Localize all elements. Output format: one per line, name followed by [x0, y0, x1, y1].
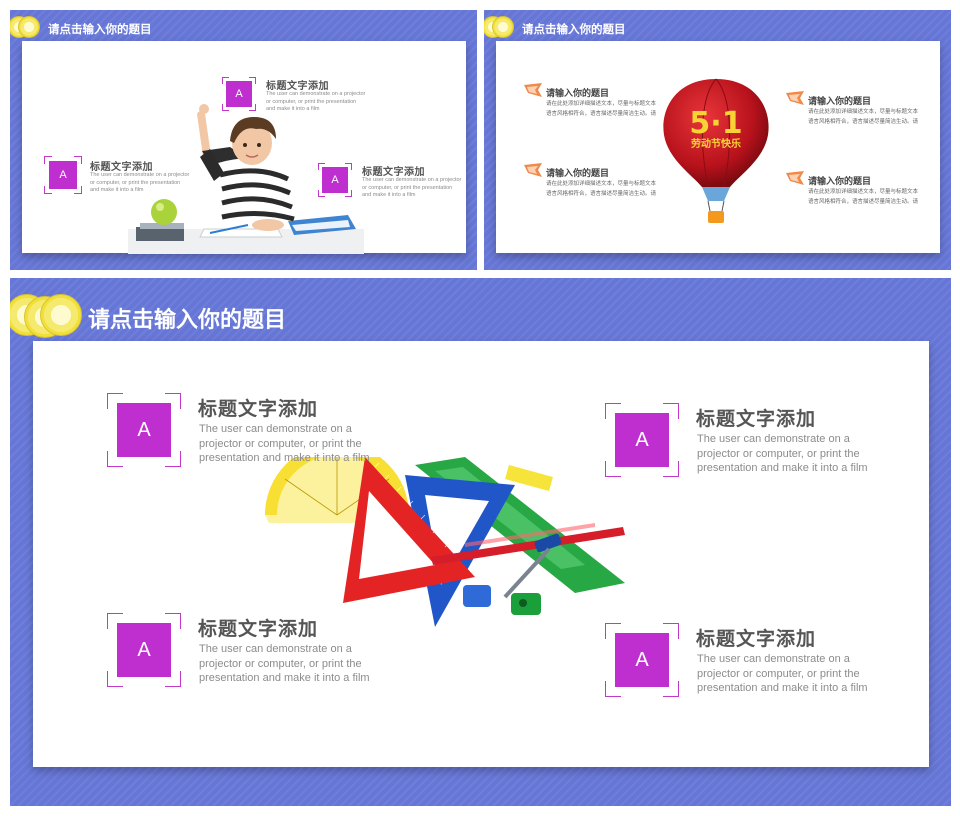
stationery-illustration — [265, 457, 625, 627]
balloon-illustration: 5·1 劳动节快乐 — [663, 78, 769, 223]
balloon-text: 劳动节快乐 — [691, 137, 741, 150]
item-body: 请在此处添加详细描述文本，尽量与标题文本语言风格相符合，语言描述尽量简洁生动。请 — [546, 181, 657, 197]
item-body: The user can demonstrate on a projector … — [362, 177, 462, 198]
slide-kid[interactable]: 请点击输入你的题目 A 标题文字添加 The user can demonstr… — [10, 10, 477, 270]
content-panel: 5·1 劳动节快乐 请输入你的题目 请在此处添加详细描述文本，尽量与标题文本语言… — [496, 41, 940, 253]
item-heading: 标题文字添加 — [90, 162, 153, 173]
slide-main[interactable]: 请点击输入你的题目 A 标题文字添加 The user can demonstr… — [10, 278, 951, 806]
item-body: 请在此处添加详细描述文本，尽量与标题文本语言风格相符合，语言描述尽量简洁生动。请 — [546, 101, 657, 117]
item-body: The user can demonstrate on a projector … — [266, 91, 366, 112]
content-panel: A 标题文字添加 The user can demonstrate on a p… — [22, 41, 466, 254]
item-body: The user can demonstrate on a projector … — [199, 423, 370, 464]
badge-a: A — [604, 402, 680, 478]
item-heading: 请输入你的题目 — [546, 169, 610, 179]
item-body: The user can demonstrate on a projector … — [697, 653, 868, 694]
item-heading: 标题文字添加 — [696, 408, 817, 430]
item-body: 请在此处添加详细描述文本，尽量与标题文本语言风格相符合，语言描述尽量简洁生动。请 — [808, 109, 919, 125]
item-heading: 请输入你的题目 — [546, 89, 610, 99]
slide-title: 请点击输入你的题目 — [88, 308, 287, 333]
item-heading: 标题文字添加 — [198, 398, 319, 420]
badge-a: A — [106, 612, 182, 688]
item-body: The user can demonstrate on a projector … — [697, 433, 868, 474]
item-heading: 标题文字添加 — [362, 167, 425, 178]
badge-a: A — [221, 76, 257, 112]
item-body: The user can demonstrate on a projector … — [199, 643, 370, 684]
item-body: 请在此处添加详细描述文本，尽量与标题文本语言风格相符合，语言描述尽量简洁生动。请 — [808, 189, 919, 205]
badge-a: A — [43, 155, 83, 195]
ribbon-icon — [786, 91, 804, 105]
item-heading: 标题文字添加 — [696, 628, 817, 650]
ribbon-icon — [524, 163, 542, 177]
item-heading: 标题文字添加 — [266, 81, 329, 92]
item-heading: 请输入你的题目 — [808, 177, 872, 187]
balloon-number: 5·1 — [689, 106, 742, 141]
slide-title: 请点击输入你的题目 — [48, 22, 152, 36]
ribbon-icon — [524, 83, 542, 97]
badge-a: A — [106, 392, 182, 468]
ribbon-icon — [786, 171, 804, 185]
badge-a: A — [317, 162, 353, 198]
item-heading: 标题文字添加 — [198, 618, 319, 640]
slide-title: 请点击输入你的题目 — [522, 22, 626, 36]
slide-balloon[interactable]: 请点击输入你的题目 5·1 劳动节快乐 请输入你的题目 请在此处添加详细描述文本… — [484, 10, 951, 270]
badge-a: A — [604, 622, 680, 698]
item-heading: 请输入你的题目 — [808, 97, 872, 107]
item-body: The user can demonstrate on a projector … — [90, 172, 190, 193]
content-panel: A 标题文字添加 The user can demonstrate on a p… — [33, 341, 929, 767]
